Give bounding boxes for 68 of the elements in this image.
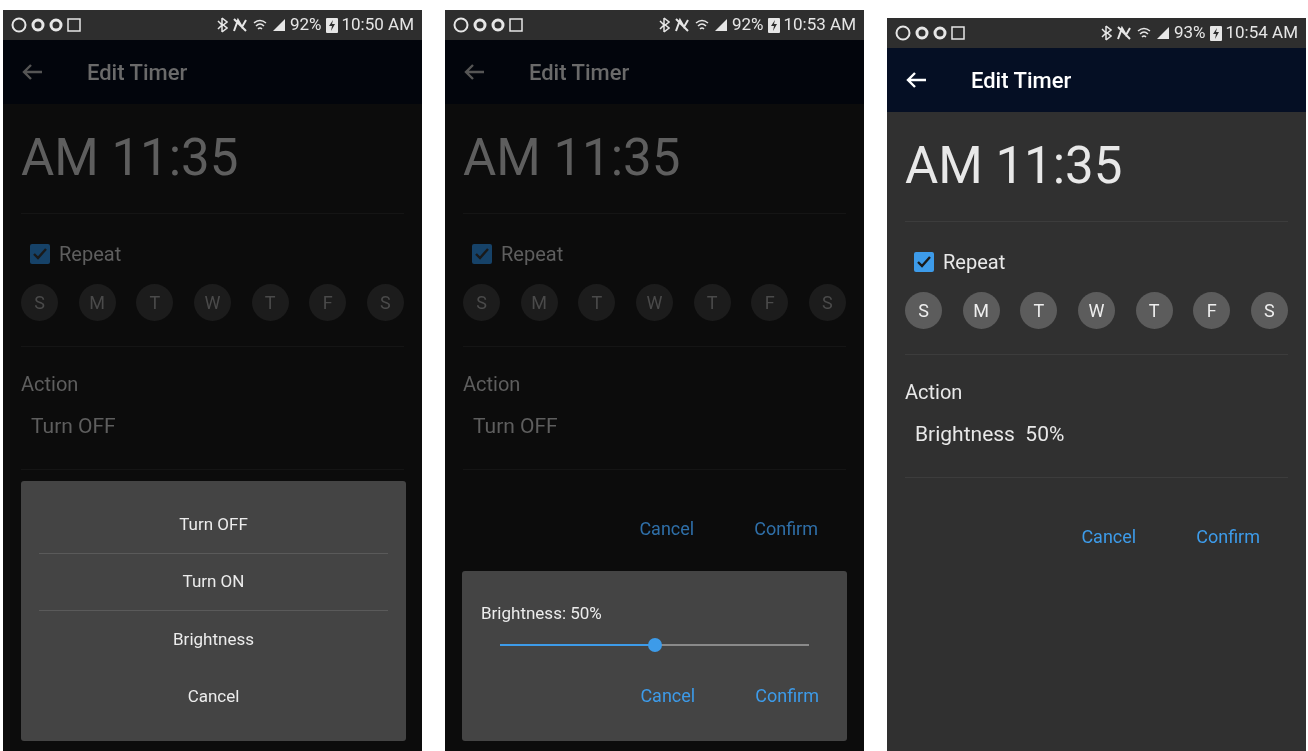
battery-percent: 93% [1173, 21, 1206, 45]
ring-icon [915, 26, 929, 40]
weekday-toggle[interactable]: S [905, 292, 942, 329]
checkmark-icon [917, 256, 931, 268]
image-icon [509, 18, 523, 32]
image-icon [951, 26, 965, 40]
action-label: Action [21, 371, 79, 398]
brightness-label: Brightness: 50% [480, 601, 602, 625]
timer-time[interactable]: AM 11:35 [463, 132, 681, 183]
clock-time: 10:50 AM [341, 13, 414, 37]
screen-title: Edit Timer [87, 58, 188, 87]
brightness-slider[interactable] [500, 638, 809, 652]
repeat-checkbox[interactable] [30, 244, 50, 264]
menu-option[interactable]: Cancel [187, 683, 240, 710]
repeat-label: Repeat [943, 249, 1006, 276]
dialog-action-button[interactable]: Confirm [755, 682, 819, 709]
signal-icon [271, 18, 286, 32]
weekday-toggle[interactable]: T [1020, 292, 1058, 329]
dialog-action-button[interactable]: Cancel [640, 682, 696, 709]
battery-charging-icon [767, 17, 780, 33]
ring-icon [31, 18, 45, 32]
repeat-checkbox[interactable] [472, 244, 492, 264]
battery-charging-icon [325, 17, 338, 33]
screen-title: Edit Timer [971, 66, 1072, 95]
bluetooth-icon [215, 16, 228, 34]
ring-icon [49, 18, 63, 32]
signal-icon [713, 18, 728, 32]
checkmark-icon [475, 248, 489, 260]
action-label: Action [905, 379, 963, 406]
action-label: Action [463, 371, 521, 398]
screen-title: Edit Timer [529, 58, 630, 87]
weekday-toggle[interactable]: T [1135, 292, 1173, 329]
battery-charging-icon [1209, 25, 1222, 41]
clock-time: 10:54 AM [1225, 21, 1298, 45]
ring-icon [473, 18, 487, 32]
timer-time[interactable]: AM 11:35 [21, 132, 239, 183]
clock-time: 10:53 AM [783, 13, 856, 37]
weekday-toggle[interactable]: F [1193, 292, 1231, 329]
dialog-action-button[interactable]: Confirm [754, 514, 818, 542]
timer-time[interactable]: AM 11:35 [905, 140, 1123, 191]
action-value[interactable]: Turn OFF [31, 411, 116, 443]
menu-option[interactable]: Turn OFF [179, 512, 248, 538]
repeat-label: Repeat [59, 241, 122, 268]
dialog-action-button[interactable]: Cancel [1081, 522, 1137, 550]
checkmark-icon [33, 248, 47, 260]
ring-icon [933, 26, 947, 40]
bluetooth-icon [657, 16, 670, 34]
ring-icon [491, 18, 505, 32]
vibrate-mute-icon [673, 17, 690, 33]
battery-percent: 92% [731, 13, 764, 37]
battery-percent: 92% [289, 13, 322, 37]
action-value[interactable]: Brightness 50% [915, 419, 1065, 451]
dialog-action-button[interactable]: Cancel [639, 514, 695, 542]
dialog-action-button[interactable]: Confirm [1196, 522, 1260, 550]
repeat-checkbox[interactable] [914, 252, 934, 272]
weekday-toggle[interactable]: S [1250, 292, 1288, 329]
weekday-toggle[interactable]: M [962, 292, 1000, 329]
vibrate-mute-icon [231, 17, 248, 33]
repeat-label: Repeat [501, 241, 564, 268]
bluetooth-icon [1099, 24, 1112, 42]
action-value[interactable]: Turn OFF [473, 411, 558, 443]
weekday-toggle[interactable]: W [1077, 292, 1115, 329]
vibrate-mute-icon [1115, 25, 1132, 41]
slider-thumb[interactable] [647, 638, 662, 652]
image-icon [67, 18, 81, 32]
menu-option[interactable]: Brightness [173, 626, 254, 653]
menu-option[interactable]: Turn ON [182, 569, 245, 595]
signal-icon [1155, 26, 1170, 40]
